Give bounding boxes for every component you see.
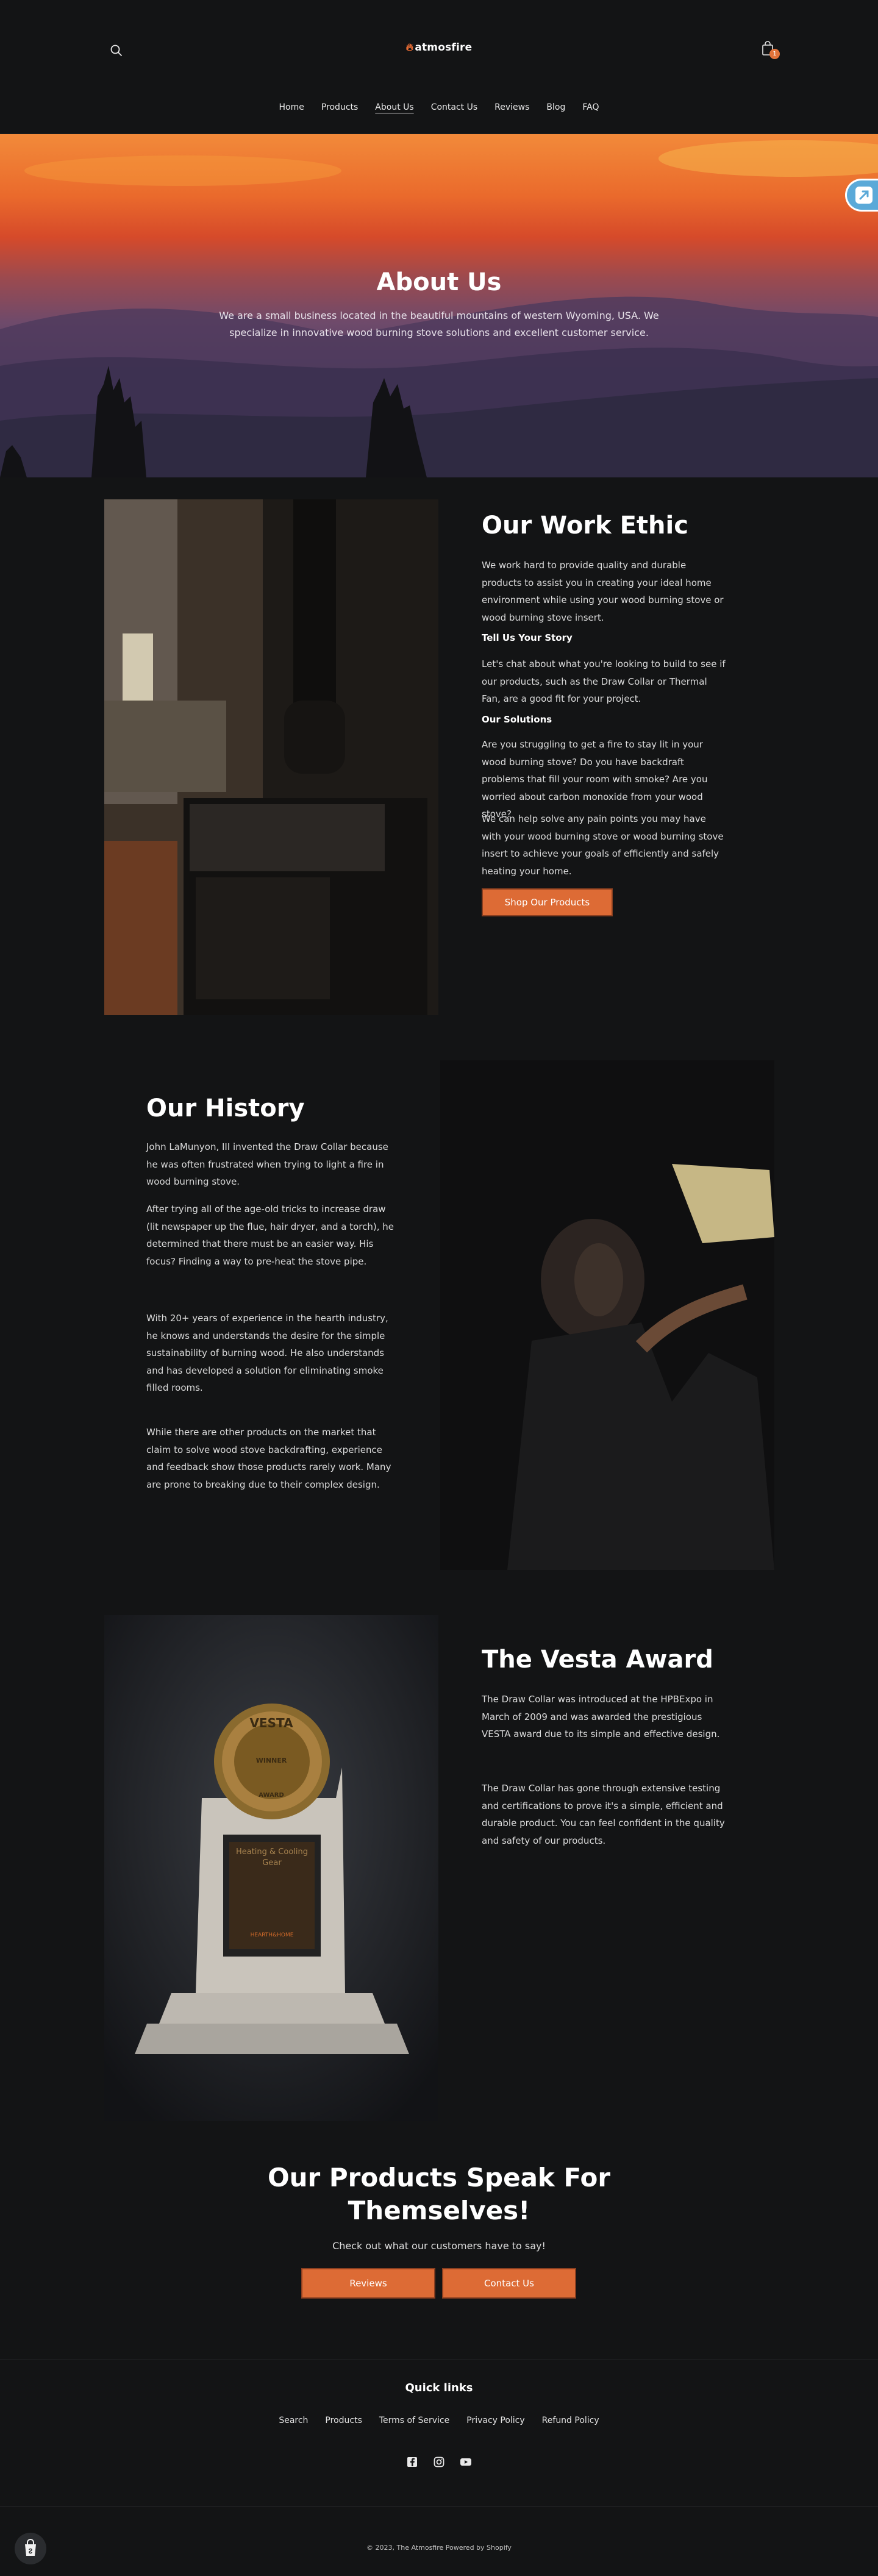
shopify-chat-button[interactable] bbox=[15, 2533, 46, 2564]
flame-icon: 🔥︎ bbox=[405, 41, 414, 54]
history-paragraph-3: With 20+ years of experience in the hear… bbox=[146, 1313, 388, 1393]
nav-item-products[interactable]: Products bbox=[321, 102, 358, 112]
footer-link-search[interactable]: Search bbox=[279, 2416, 308, 2425]
cta-subtitle: Check out what our customers have to say… bbox=[332, 2240, 546, 2252]
footer-link-privacy[interactable]: Privacy Policy bbox=[466, 2416, 524, 2425]
vesta-paragraph-2: The Draw Collar has gone through extensi… bbox=[482, 1783, 725, 1846]
quick-links-title: Quick links bbox=[405, 2382, 473, 2394]
reviews-button[interactable]: Reviews bbox=[301, 2268, 435, 2299]
contact-us-button[interactable]: Contact Us bbox=[442, 2268, 576, 2299]
cart-button[interactable]: 1 bbox=[761, 40, 780, 60]
plaque-text: Heating & Cooling Gear bbox=[235, 1847, 309, 1868]
footer-link-terms[interactable]: Terms of Service bbox=[379, 2416, 449, 2425]
vesta-award-image: VESTA WINNER AWARD Heating & Cooling Gea… bbox=[104, 1615, 438, 2121]
instagram-icon[interactable] bbox=[433, 2456, 445, 2468]
youtube-icon[interactable] bbox=[460, 2456, 472, 2468]
page-title: About Us bbox=[376, 268, 502, 296]
medal-bottom-text: AWARD bbox=[259, 1792, 284, 1799]
shopify-bag-icon bbox=[25, 2539, 36, 2556]
nav-item-faq[interactable]: FAQ bbox=[582, 102, 599, 112]
nav-item-blog[interactable]: Blog bbox=[546, 102, 565, 112]
nav-item-home[interactable]: Home bbox=[279, 102, 304, 112]
footer-links: Search Products Terms of Service Privacy… bbox=[0, 2416, 878, 2425]
nav-item-contact-us[interactable]: Contact Us bbox=[431, 102, 477, 112]
facebook-icon[interactable] bbox=[406, 2456, 418, 2468]
vesta-title: The Vesta Award bbox=[482, 1646, 713, 1674]
mountain-landscape-image bbox=[0, 140, 878, 477]
main-nav: Home Products About Us Contact Us Review… bbox=[0, 102, 878, 112]
plaque-brand: HEARTH&HOME bbox=[250, 1932, 294, 1938]
work-ethic-title: Our Work Ethic bbox=[482, 512, 688, 540]
footer-link-refund[interactable]: Refund Policy bbox=[542, 2416, 599, 2425]
solutions-paragraph-2: We can help solve any pain points you ma… bbox=[482, 813, 724, 877]
history-paragraph-2: After trying all of the age-old tricks t… bbox=[146, 1204, 394, 1267]
history-title: Our History bbox=[146, 1094, 305, 1122]
site-header: 🔥︎ atmosfire 1 Home Products About Us Con… bbox=[0, 0, 878, 134]
cta-title: Our Products Speak For Themselves! bbox=[267, 2163, 611, 2225]
copyright-text: © 2023, The Atmosfire Powered by Shopify bbox=[366, 2544, 512, 2552]
content-sections: Our Work Ethic We work hard to provide q… bbox=[0, 477, 878, 2121]
medal-mid-text: WINNER bbox=[255, 1757, 287, 1764]
arrow-icon bbox=[855, 187, 873, 204]
hero-banner: About Us We are a small business located… bbox=[0, 134, 878, 477]
story-paragraph: Let's chat about what you're looking to … bbox=[482, 658, 726, 704]
medal-top-text: VESTA bbox=[249, 1716, 293, 1730]
solutions-label: Our Solutions bbox=[482, 714, 552, 725]
hero-description: We are a small business located in the b… bbox=[219, 310, 659, 338]
story-label: Tell Us Your Story bbox=[482, 632, 573, 643]
accessibility-widget-button[interactable] bbox=[845, 179, 878, 212]
nav-item-about-us[interactable]: About Us bbox=[375, 102, 413, 112]
cart-count-badge: 1 bbox=[769, 49, 780, 59]
nav-item-reviews[interactable]: Reviews bbox=[494, 102, 529, 112]
shop-products-button[interactable]: Shop Our Products bbox=[482, 888, 613, 916]
work-ethic-paragraph: We work hard to provide quality and dura… bbox=[482, 560, 724, 623]
vesta-paragraph-1: The Draw Collar was introduced at the HP… bbox=[482, 1694, 720, 1739]
footer-divider bbox=[0, 2506, 878, 2507]
history-paragraph-1: John LaMunyon, III invented the Draw Col… bbox=[146, 1141, 388, 1187]
wood-stove-image bbox=[104, 499, 438, 1015]
footer-link-products[interactable]: Products bbox=[325, 2416, 362, 2425]
history-paragraph-4: While there are other products on the ma… bbox=[146, 1427, 391, 1490]
site-logo[interactable]: 🔥︎ atmosfire bbox=[0, 41, 878, 54]
inventor-portrait-image bbox=[440, 1060, 774, 1570]
